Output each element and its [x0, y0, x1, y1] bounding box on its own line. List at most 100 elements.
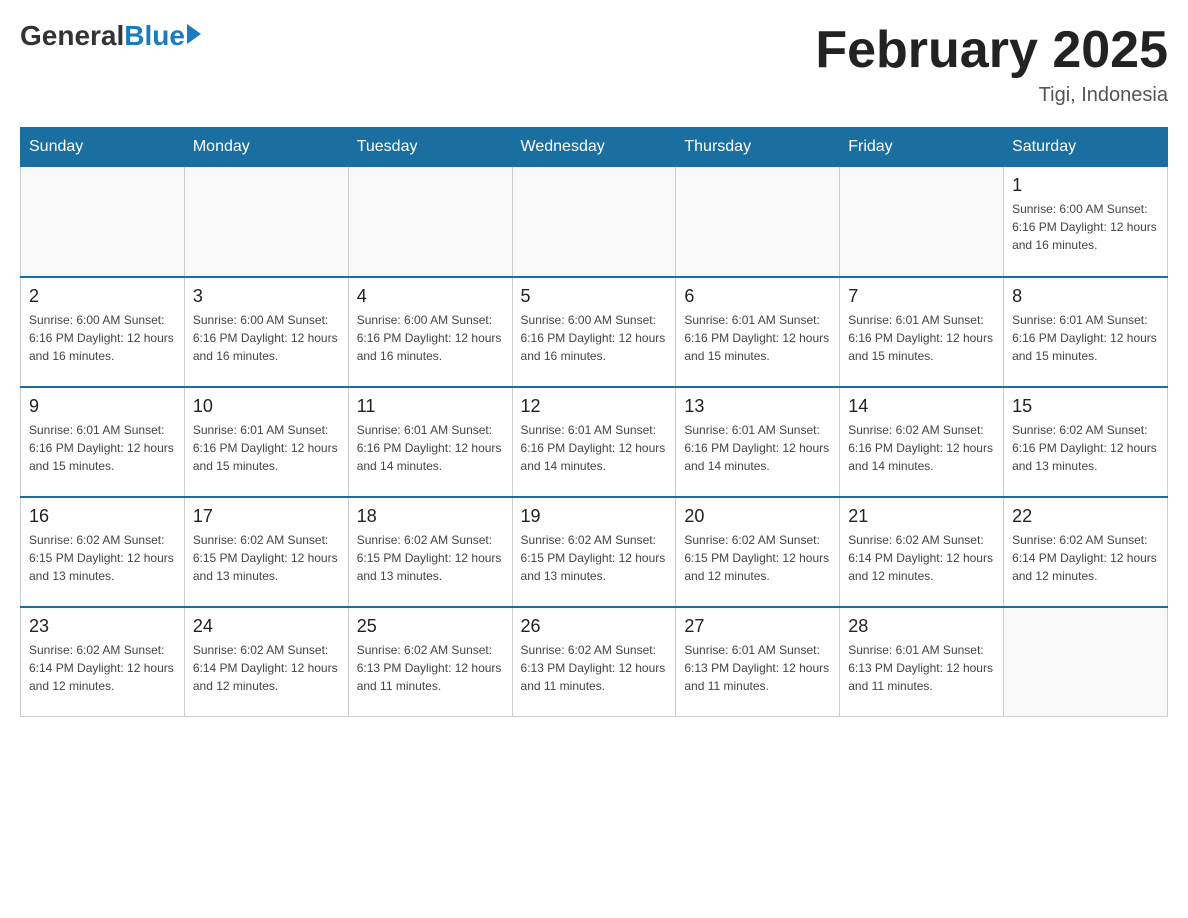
day-number: 22 — [1012, 506, 1159, 527]
day-info: Sunrise: 6:00 AM Sunset: 6:16 PM Dayligh… — [193, 311, 340, 365]
day-info: Sunrise: 6:02 AM Sunset: 6:15 PM Dayligh… — [193, 531, 340, 585]
day-number: 4 — [357, 286, 504, 307]
day-number: 12 — [521, 396, 668, 417]
day-number: 14 — [848, 396, 995, 417]
day-info: Sunrise: 6:02 AM Sunset: 6:16 PM Dayligh… — [848, 421, 995, 475]
weekday-header-thursday: Thursday — [676, 128, 840, 167]
day-number: 17 — [193, 506, 340, 527]
logo-blue-text: Blue — [124, 20, 185, 52]
calendar-cell: 14 Sunrise: 6:02 AM Sunset: 6:16 PM Dayli… — [840, 387, 1004, 497]
week-row-3: 9 Sunrise: 6:01 AM Sunset: 6:16 PM Daylig… — [21, 387, 1168, 497]
logo-blue-part: Blue — [124, 20, 201, 52]
calendar-cell: 10 Sunrise: 6:01 AM Sunset: 6:16 PM Dayli… — [184, 387, 348, 497]
day-info: Sunrise: 6:00 AM Sunset: 6:16 PM Dayligh… — [1012, 200, 1159, 254]
calendar-cell: 7 Sunrise: 6:01 AM Sunset: 6:16 PM Daylig… — [840, 277, 1004, 387]
day-number: 18 — [357, 506, 504, 527]
weekday-header-friday: Friday — [840, 128, 1004, 167]
calendar-cell: 17 Sunrise: 6:02 AM Sunset: 6:15 PM Dayli… — [184, 497, 348, 607]
day-info: Sunrise: 6:01 AM Sunset: 6:16 PM Dayligh… — [193, 421, 340, 475]
calendar-cell: 23 Sunrise: 6:02 AM Sunset: 6:14 PM Dayli… — [21, 607, 185, 717]
day-info: Sunrise: 6:02 AM Sunset: 6:15 PM Dayligh… — [29, 531, 176, 585]
page-header: General Blue February 2025 Tigi, Indones… — [20, 20, 1168, 107]
day-number: 7 — [848, 286, 995, 307]
day-info: Sunrise: 6:02 AM Sunset: 6:14 PM Dayligh… — [193, 641, 340, 695]
month-title: February 2025 — [815, 20, 1168, 80]
day-info: Sunrise: 6:02 AM Sunset: 6:13 PM Dayligh… — [357, 641, 504, 695]
day-number: 20 — [684, 506, 831, 527]
day-number: 2 — [29, 286, 176, 307]
calendar-cell: 20 Sunrise: 6:02 AM Sunset: 6:15 PM Dayli… — [676, 497, 840, 607]
calendar-cell: 8Sunrise: 6:01 AM Sunset: 6:16 PM Daylig… — [1004, 277, 1168, 387]
day-info: Sunrise: 6:01 AM Sunset: 6:16 PM Dayligh… — [357, 421, 504, 475]
title-block: February 2025 Tigi, Indonesia — [815, 20, 1168, 107]
day-info: Sunrise: 6:02 AM Sunset: 6:13 PM Dayligh… — [521, 641, 668, 695]
week-row-4: 16 Sunrise: 6:02 AM Sunset: 6:15 PM Dayli… — [21, 497, 1168, 607]
calendar-cell: 5Sunrise: 6:00 AM Sunset: 6:16 PM Daylig… — [512, 277, 676, 387]
calendar-table: SundayMondayTuesdayWednesdayThursdayFrid… — [20, 127, 1168, 717]
day-info: Sunrise: 6:02 AM Sunset: 6:14 PM Dayligh… — [29, 641, 176, 695]
day-info: Sunrise: 6:01 AM Sunset: 6:16 PM Dayligh… — [521, 421, 668, 475]
calendar-cell: 19 Sunrise: 6:02 AM Sunset: 6:15 PM Dayli… — [512, 497, 676, 607]
day-info: Sunrise: 6:02 AM Sunset: 6:15 PM Dayligh… — [684, 531, 831, 585]
day-info: Sunrise: 6:00 AM Sunset: 6:16 PM Dayligh… — [357, 311, 504, 365]
location-subtitle: Tigi, Indonesia — [815, 84, 1168, 107]
day-info: Sunrise: 6:01 AM Sunset: 6:16 PM Dayligh… — [848, 311, 995, 365]
calendar-cell: 4 Sunrise: 6:00 AM Sunset: 6:16 PM Daylig… — [348, 277, 512, 387]
day-info: Sunrise: 6:02 AM Sunset: 6:16 PM Dayligh… — [1012, 421, 1159, 475]
weekday-header-monday: Monday — [184, 128, 348, 167]
day-info: Sunrise: 6:02 AM Sunset: 6:14 PM Dayligh… — [848, 531, 995, 585]
weekday-header-wednesday: Wednesday — [512, 128, 676, 167]
calendar-cell: 9 Sunrise: 6:01 AM Sunset: 6:16 PM Daylig… — [21, 387, 185, 497]
day-number: 6 — [684, 286, 831, 307]
weekday-header-row: SundayMondayTuesdayWednesdayThursdayFrid… — [21, 128, 1168, 167]
day-number: 13 — [684, 396, 831, 417]
calendar-cell: 25Sunrise: 6:02 AM Sunset: 6:13 PM Dayli… — [348, 607, 512, 717]
logo-general-text: General — [20, 20, 124, 52]
calendar-cell: 21 Sunrise: 6:02 AM Sunset: 6:14 PM Dayli… — [840, 497, 1004, 607]
calendar-cell — [348, 167, 512, 277]
day-info: Sunrise: 6:01 AM Sunset: 6:16 PM Dayligh… — [684, 311, 831, 365]
calendar-cell: 28 Sunrise: 6:01 AM Sunset: 6:13 PM Dayli… — [840, 607, 1004, 717]
calendar-cell: 22Sunrise: 6:02 AM Sunset: 6:14 PM Dayli… — [1004, 497, 1168, 607]
weekday-header-sunday: Sunday — [21, 128, 185, 167]
day-number: 19 — [521, 506, 668, 527]
day-info: Sunrise: 6:00 AM Sunset: 6:16 PM Dayligh… — [521, 311, 668, 365]
day-info: Sunrise: 6:02 AM Sunset: 6:15 PM Dayligh… — [521, 531, 668, 585]
calendar-cell: 18Sunrise: 6:02 AM Sunset: 6:15 PM Dayli… — [348, 497, 512, 607]
calendar-cell: 13 Sunrise: 6:01 AM Sunset: 6:16 PM Dayli… — [676, 387, 840, 497]
weekday-header-tuesday: Tuesday — [348, 128, 512, 167]
day-number: 27 — [684, 616, 831, 637]
day-number: 10 — [193, 396, 340, 417]
calendar-cell — [184, 167, 348, 277]
logo: General Blue — [20, 20, 201, 52]
day-number: 11 — [357, 396, 504, 417]
calendar-cell — [676, 167, 840, 277]
day-number: 26 — [521, 616, 668, 637]
calendar-cell: 3 Sunrise: 6:00 AM Sunset: 6:16 PM Daylig… — [184, 277, 348, 387]
day-number: 23 — [29, 616, 176, 637]
calendar-cell — [840, 167, 1004, 277]
calendar-cell: 27Sunrise: 6:01 AM Sunset: 6:13 PM Dayli… — [676, 607, 840, 717]
day-number: 15 — [1012, 396, 1159, 417]
day-number: 28 — [848, 616, 995, 637]
day-number: 9 — [29, 396, 176, 417]
week-row-2: 2 Sunrise: 6:00 AM Sunset: 6:16 PM Daylig… — [21, 277, 1168, 387]
day-number: 21 — [848, 506, 995, 527]
day-info: Sunrise: 6:01 AM Sunset: 6:16 PM Dayligh… — [684, 421, 831, 475]
week-row-5: 23 Sunrise: 6:02 AM Sunset: 6:14 PM Dayli… — [21, 607, 1168, 717]
calendar-cell — [21, 167, 185, 277]
day-number: 8 — [1012, 286, 1159, 307]
calendar-cell: 1 Sunrise: 6:00 AM Sunset: 6:16 PM Daylig… — [1004, 167, 1168, 277]
day-number: 16 — [29, 506, 176, 527]
calendar-cell: 11 Sunrise: 6:01 AM Sunset: 6:16 PM Dayli… — [348, 387, 512, 497]
day-info: Sunrise: 6:01 AM Sunset: 6:13 PM Dayligh… — [848, 641, 995, 695]
day-number: 24 — [193, 616, 340, 637]
day-info: Sunrise: 6:01 AM Sunset: 6:16 PM Dayligh… — [29, 421, 176, 475]
calendar-cell — [512, 167, 676, 277]
week-row-1: 1 Sunrise: 6:00 AM Sunset: 6:16 PM Daylig… — [21, 167, 1168, 277]
calendar-cell: 26 Sunrise: 6:02 AM Sunset: 6:13 PM Dayli… — [512, 607, 676, 717]
day-number: 3 — [193, 286, 340, 307]
calendar-cell: 24 Sunrise: 6:02 AM Sunset: 6:14 PM Dayli… — [184, 607, 348, 717]
day-number: 1 — [1012, 175, 1159, 196]
calendar-cell: 12 Sunrise: 6:01 AM Sunset: 6:16 PM Dayli… — [512, 387, 676, 497]
